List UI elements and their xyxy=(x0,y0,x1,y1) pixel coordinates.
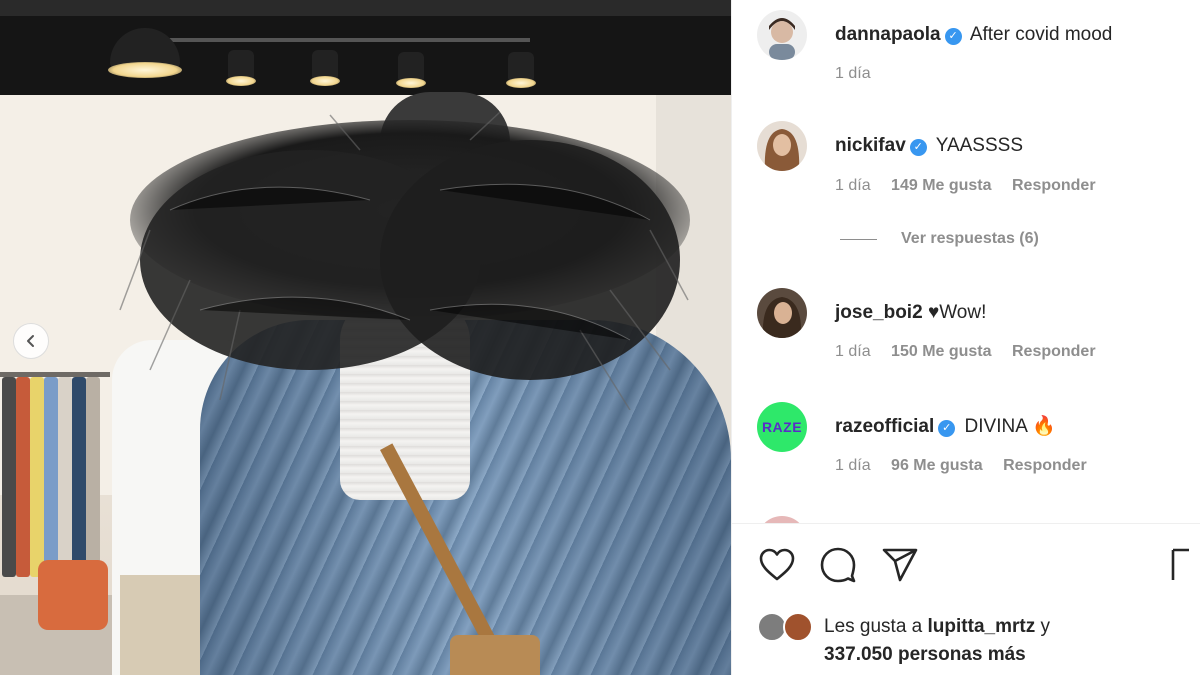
photo-orange-chair xyxy=(38,560,108,630)
liked-by-avatars xyxy=(757,612,817,642)
view-replies-label: Ver respuestas (6) xyxy=(901,230,1039,247)
replies-line xyxy=(840,238,877,240)
photo-lamp xyxy=(310,50,340,86)
photo-bag xyxy=(450,635,540,675)
chevron-left-icon xyxy=(27,335,34,347)
photo-light-track xyxy=(150,38,530,42)
photo-lamp xyxy=(506,52,536,88)
photo-feather-hat xyxy=(119,111,690,410)
avatar[interactable] xyxy=(757,288,807,338)
raze-logo: RAZE xyxy=(761,419,803,435)
post-photo[interactable] xyxy=(0,0,731,675)
liked-by-prefix: Les gusta a xyxy=(824,616,923,637)
comments-list[interactable]: dannapaola ✓ After covid mood 1 día nicki… xyxy=(732,0,1200,523)
caption-text: After covid mood xyxy=(969,24,1113,45)
caption-time[interactable]: 1 día xyxy=(835,65,871,82)
comments-panel: dannapaola ✓ After covid mood 1 día nicki… xyxy=(731,0,1200,675)
photo-lamp xyxy=(396,52,426,88)
share-button[interactable] xyxy=(880,545,920,585)
photo-ceiling-strip xyxy=(0,0,731,16)
comment-text: DIVINA 🔥 xyxy=(964,416,1056,437)
avatar[interactable] xyxy=(757,516,807,523)
verified-badge-icon: ✓ xyxy=(938,420,956,437)
verified-badge-icon: ✓ xyxy=(944,28,962,45)
carousel-prev-button[interactable] xyxy=(13,323,49,359)
comment-text: YAASSSS xyxy=(935,135,1024,156)
save-button[interactable] xyxy=(1169,545,1189,585)
comment-text: ♥Wow! xyxy=(927,302,987,323)
photo-background-person-legs xyxy=(120,575,210,675)
paper-plane-icon xyxy=(882,548,918,582)
bookmark-icon xyxy=(1171,548,1189,580)
comment-time[interactable]: 1 día xyxy=(835,343,871,360)
comment-bubble-icon xyxy=(820,547,856,583)
username[interactable]: dannapaola xyxy=(835,24,941,45)
liked-by-user[interactable]: lupitta_mrtz xyxy=(928,616,1036,637)
avatar[interactable] xyxy=(757,10,807,60)
avatar[interactable]: RAZE xyxy=(757,402,807,452)
reply-button[interactable]: Responder xyxy=(1003,457,1087,474)
liked-by-count[interactable]: 337.050 personas más xyxy=(824,644,1026,665)
reply-button[interactable]: Responder xyxy=(1012,343,1096,360)
comment-time[interactable]: 1 día xyxy=(835,457,871,474)
username[interactable]: jose_boi2 xyxy=(835,302,923,323)
view-replies-button[interactable]: Ver respuestas (6) xyxy=(840,230,1039,248)
avatar[interactable] xyxy=(757,121,807,171)
reply-button[interactable]: Responder xyxy=(1012,177,1096,194)
comment-likes[interactable]: 96 Me gusta xyxy=(891,457,983,474)
comment-time[interactable]: 1 día xyxy=(835,177,871,194)
like-button[interactable] xyxy=(757,545,797,585)
avatar[interactable] xyxy=(783,612,813,642)
commenter-avatar-image xyxy=(757,121,807,171)
username[interactable]: razeofficial xyxy=(835,416,934,437)
divider xyxy=(732,523,1200,524)
commenter-avatar-image xyxy=(757,288,807,338)
action-bar xyxy=(757,545,1200,585)
comment-likes[interactable]: 149 Me gusta xyxy=(891,177,991,194)
author-avatar-image xyxy=(757,10,807,60)
liked-by-joiner: y xyxy=(1040,616,1051,637)
likes-summary: Les gusta a lupitta_mrtz y 337.050 perso… xyxy=(757,610,1187,670)
verified-badge-icon: ✓ xyxy=(909,139,927,156)
comment-likes[interactable]: 150 Me gusta xyxy=(891,343,991,360)
photo-lamp xyxy=(226,50,256,86)
comment-button[interactable] xyxy=(818,545,858,585)
username[interactable]: nickifav xyxy=(835,135,906,156)
heart-icon xyxy=(759,548,795,581)
